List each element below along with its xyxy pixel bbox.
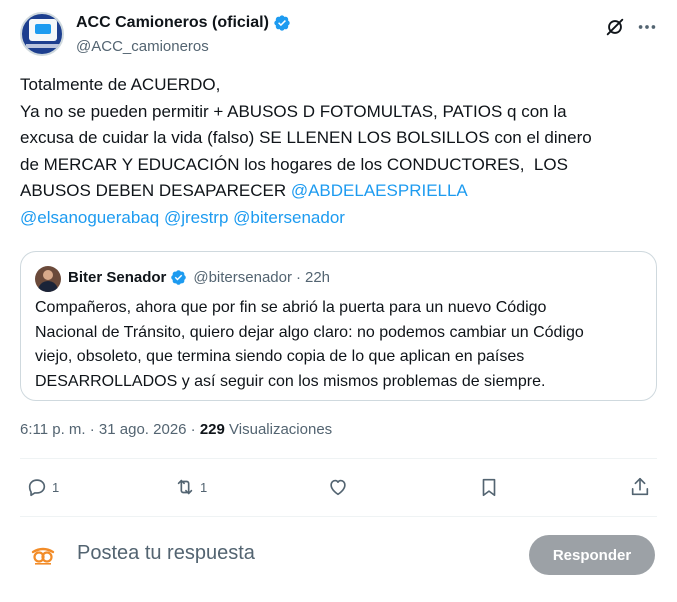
quote-time: 22h <box>304 269 331 286</box>
tweet-meta: 6:11 p. m. · 31 ago. 2026 · 229 Visualiz… <box>20 421 332 438</box>
tweet-text-line: excusa de cuidar la vida (falso) SE LLEN… <box>20 128 592 147</box>
divider <box>20 516 657 517</box>
mention-link[interactable]: @bitersenador <box>233 208 345 227</box>
bookmark-button[interactable] <box>478 473 500 501</box>
tweet-text-line: Ya no se pueden permitir + ABUSOS D FOTO… <box>20 101 567 121</box>
like-button[interactable] <box>327 473 349 501</box>
tweet-text-line: ABUSOS DEBEN DESAPARECER <box>20 181 291 200</box>
tweet-text-line: de MERCAR Y EDUCACIÓN los hogares de los… <box>20 154 568 174</box>
quote-text: Compañeros, ahora que por fin se abrió l… <box>35 296 645 394</box>
author-name-row: ACC Camioneros (oficial) <box>76 14 291 32</box>
quote-text-line: viejo, obsoleto, que termina siendo copi… <box>35 348 525 365</box>
quote-header: Biter Senador @bitersenador · 22h <box>68 269 330 286</box>
views-label: Visualizaciones <box>224 421 333 438</box>
quote-author-avatar <box>35 266 61 292</box>
mention-link[interactable]: @elsanoguerabaq <box>20 208 159 227</box>
reply-composer: Postea tu respuesta Responder <box>20 527 657 577</box>
views-count: 229 <box>199 421 225 438</box>
author-display-name[interactable]: ACC Camioneros (oficial) <box>76 14 269 32</box>
verified-badge-icon <box>274 15 290 31</box>
quoted-tweet[interactable]: Biter Senador @bitersenador · 22h Compañ… <box>20 251 657 401</box>
mention-link[interactable]: @jrestrp <box>164 208 229 227</box>
tweet-header: ACC Camioneros (oficial) @ACC_camioneros <box>20 10 660 62</box>
share-icon <box>631 477 649 496</box>
like-icon <box>330 479 346 496</box>
reply-submit-button[interactable]: Responder <box>529 535 655 575</box>
share-button[interactable] <box>629 473 651 501</box>
quote-author-name: Biter Senador <box>68 269 167 286</box>
reply-icon <box>28 479 46 497</box>
user-avatar <box>31 543 55 567</box>
quote-text-line: Nacional de Tránsito, quiero dejar algo … <box>35 323 584 341</box>
author-avatar[interactable] <box>20 12 64 56</box>
author-handle[interactable]: @ACC_camioneros <box>76 38 209 55</box>
retweet-button[interactable]: 1 <box>174 473 207 501</box>
tweet-timestamp[interactable]: 6:11 p. m. · 31 ago. 2026 · <box>20 421 200 438</box>
more-icon[interactable] <box>636 16 658 38</box>
retweet-count: 1 <box>200 479 208 495</box>
verified-badge-icon <box>171 270 187 285</box>
tweet-text-line: Totalmente de ACUERDO, <box>20 75 221 94</box>
reply-input[interactable]: Postea tu respuesta <box>77 542 255 565</box>
reply-button[interactable]: 1 <box>26 473 59 501</box>
retweet-icon <box>177 479 193 495</box>
quote-separator: · <box>295 269 301 286</box>
mention-link[interactable]: @ABDELAESPRIELLA <box>291 181 468 200</box>
quote-handle: @bitersenador <box>193 269 292 286</box>
bookmark-icon <box>482 478 496 497</box>
action-bar: 1 1 <box>20 473 657 503</box>
tweet-text: Totalmente de ACUERDO, Ya no se pueden p… <box>20 72 660 231</box>
reply-count: 1 <box>52 479 60 495</box>
quote-text-line: Compañeros, ahora que por fin se abrió l… <box>35 299 547 316</box>
quote-text-line: DESARROLLADOS y así seguir con los mismo… <box>35 372 546 390</box>
grok-icon[interactable] <box>604 16 626 38</box>
divider <box>20 458 657 459</box>
